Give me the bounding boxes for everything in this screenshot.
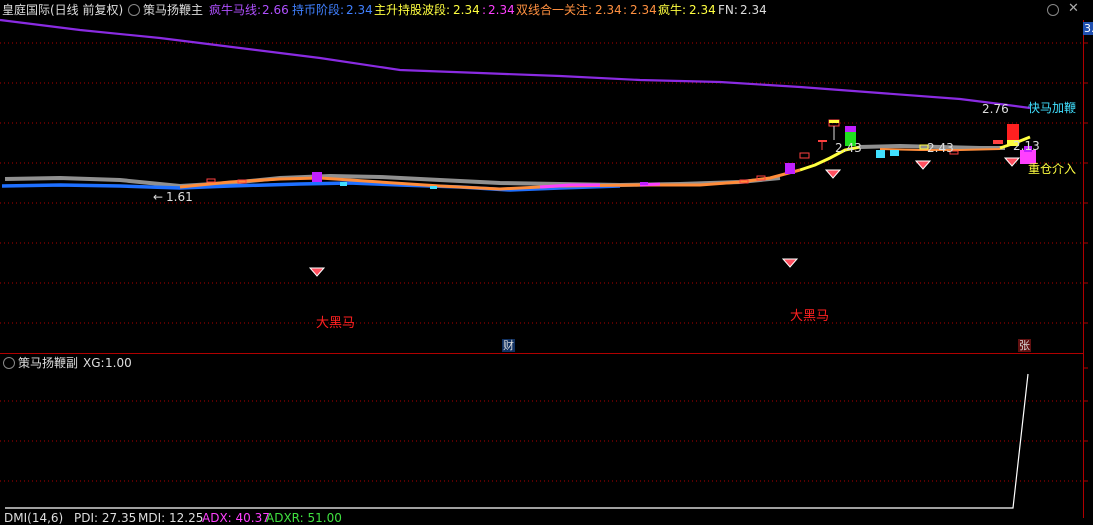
price-mark-2: 2.43 [927,141,954,155]
zhong-cang-label: 重仓介入 [1028,162,1077,176]
panel-divider[interactable] [0,353,1083,354]
price-mark-3: 2.13 [1013,139,1040,153]
xg-value: 1.00 [105,356,132,370]
sub-indicator-name[interactable]: 策马扬鞭副 [18,356,78,370]
grid-lines [0,42,1083,482]
pdi-label: PDI: 27.35 [74,511,137,525]
xg-label: XG: [83,356,105,370]
low-price-label: 1.61 [166,190,193,204]
main-chart [0,18,1088,509]
diamond-icons [308,157,1021,277]
adx-label: ADX: 40.37 [202,511,270,525]
high-value-label: 2.76 [982,102,1009,116]
da-hei-ma-label-2: 大黑马 [790,309,830,324]
diamond-icon [914,160,932,170]
mdi-label: MDI: 12.25 [138,511,204,525]
diamond-icon [1003,157,1021,167]
cai-badge[interactable]: 财 [502,339,515,352]
zhang-badge[interactable]: 张 [1018,339,1031,352]
diamond-icon [308,267,326,277]
axis-ticks [1083,42,1088,482]
kuai-ma-label: 快马加鞭 [1028,101,1077,115]
low-price-arrow: ← [153,190,164,204]
diamond-icon [781,258,799,268]
adxr-label: ADXR: 51.00 [266,511,342,525]
dmi-label[interactable]: DMI(14,6) [4,511,63,525]
price-mark-1: 2.43 [835,141,862,155]
diamond-icon [824,169,842,179]
dropdown-circle-icon[interactable] [3,357,15,369]
da-hei-ma-label-1: 大黑马 [316,316,356,331]
purple-ma-line [0,18,1031,110]
